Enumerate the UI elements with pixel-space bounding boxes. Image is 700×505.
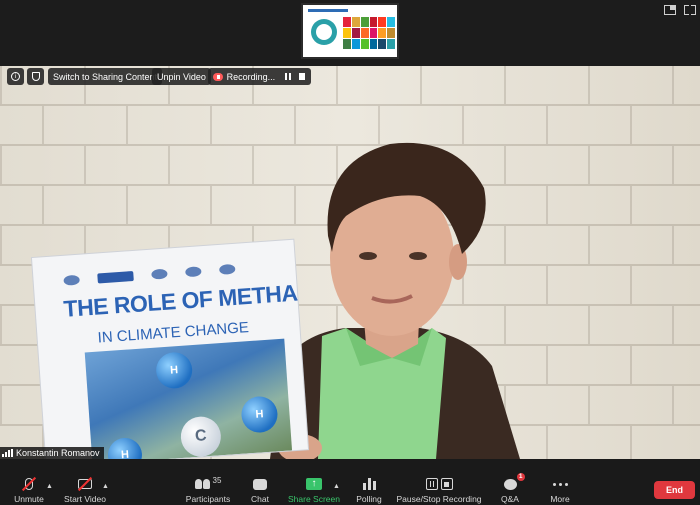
carbon-atom: C [179, 415, 223, 459]
more-button[interactable]: More [548, 459, 572, 505]
pause-recording-icon[interactable] [285, 73, 291, 80]
participants-icon [194, 479, 210, 489]
shield-icon [31, 72, 40, 81]
thumbnail-tile [360, 39, 369, 49]
left-eye [359, 252, 377, 260]
book-cover-art: H H C H [84, 338, 293, 459]
thumbnail-diagram-center [316, 24, 332, 40]
participant-name: Konstantin Romanov [16, 448, 100, 458]
unpin-video-button[interactable]: Unpin Video [152, 68, 211, 85]
participants-button[interactable]: 35 Participants [184, 459, 232, 505]
share-screen-icon: ↑ [306, 478, 322, 490]
thumbnail-tile [378, 28, 387, 38]
thumbnail-tile [369, 28, 378, 38]
recording-label: Recording... [226, 71, 276, 82]
thumbnail-tile [351, 28, 360, 38]
top-bar [0, 0, 700, 66]
pause-stop-icon [425, 478, 453, 490]
chat-button[interactable]: Chat [248, 459, 272, 505]
qa-icon: 1 [503, 472, 525, 490]
thumbnail-title-bar [308, 9, 348, 12]
more-icon [552, 482, 568, 486]
unmute-label: Unmute [14, 494, 44, 504]
thumbnail-goal-grid [343, 17, 395, 49]
thumbnail-tile [378, 39, 387, 49]
info-icon: i [11, 72, 20, 81]
thumbnail-tile [369, 17, 378, 27]
thumbnail-tile [343, 28, 351, 38]
start-video-button[interactable]: Start Video [62, 459, 108, 505]
switch-to-sharing-button[interactable]: Switch to Sharing Content [48, 68, 163, 85]
hydrogen-atom: H [240, 395, 279, 434]
thumbnail-tile [369, 39, 378, 49]
participant-name-tag: Konstantin Romanov [0, 447, 104, 459]
thumbnail-tile [387, 28, 395, 38]
share-options-caret-icon[interactable]: ▲ [333, 483, 340, 490]
thumbnail-tile [360, 17, 369, 27]
thumbnail-tile [351, 17, 360, 27]
stop-recording-icon[interactable] [298, 73, 305, 80]
share-screen-button[interactable]: ↑ Share Screen [288, 459, 340, 505]
pause-stop-label: Pause/Stop Recording [396, 494, 482, 504]
security-button[interactable] [27, 68, 44, 85]
qa-button[interactable]: 1 Q&A [499, 459, 525, 505]
thumbnail-tile [387, 17, 395, 27]
thumbnail-tile [387, 39, 395, 49]
recording-indicator: Recording... [208, 68, 311, 85]
cloud-record-icon [213, 72, 223, 81]
chat-label: Chat [251, 494, 269, 504]
end-meeting-button[interactable]: End [654, 481, 695, 499]
thumbnail-tile [351, 39, 360, 49]
right-eye [409, 252, 427, 260]
hydrogen-atom: H [106, 436, 144, 459]
more-label: More [550, 494, 570, 504]
participants-label: Participants [185, 494, 231, 504]
polling-icon [362, 478, 376, 490]
share-screen-label: Share Screen [288, 494, 340, 504]
fullscreen-icon[interactable] [684, 5, 696, 15]
meeting-info-button[interactable]: i [7, 68, 24, 85]
audio-options-caret-icon[interactable]: ▲ [46, 483, 53, 490]
qa-badge: 1 [516, 472, 525, 481]
start-video-label: Start Video [64, 494, 106, 504]
held-book: THE ROLE OF METHANE IN CLIMATE CHANGE H … [32, 239, 309, 459]
polling-label: Polling [356, 494, 382, 504]
video-options-caret-icon[interactable]: ▲ [102, 483, 109, 490]
view-layout-icon[interactable] [664, 5, 676, 15]
thumbnail-tile [360, 28, 369, 38]
meeting-toolbar: Unmute ▲ Start Video ▲ 35 Participants C… [0, 459, 700, 505]
unmute-button[interactable]: Unmute [12, 459, 46, 505]
shared-screen-thumbnail[interactable] [301, 3, 399, 59]
book-title: THE ROLE OF METHANE [62, 277, 309, 322]
hydrogen-atom: H [154, 351, 194, 390]
participants-count: 35 [212, 476, 222, 485]
polling-button[interactable]: Polling [356, 459, 382, 505]
signal-strength-icon [2, 449, 13, 457]
speaker-video: THE ROLE OF METHANE IN CLIMATE CHANGE H … [0, 66, 700, 459]
chat-icon [253, 478, 267, 490]
qa-label: Q&A [501, 494, 519, 504]
thumbnail-tile [343, 39, 351, 49]
thumbnail-tile [378, 17, 387, 27]
thumbnail-tile [343, 17, 351, 27]
pause-stop-recording-button[interactable]: Pause/Stop Recording [396, 459, 482, 505]
